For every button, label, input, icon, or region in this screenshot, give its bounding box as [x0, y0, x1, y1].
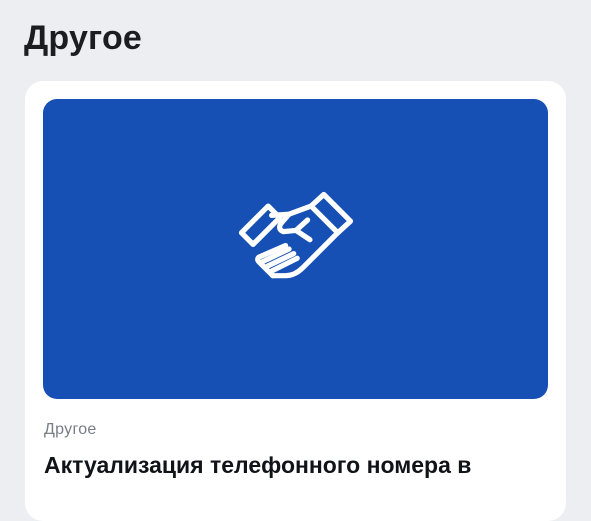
handshake-icon [238, 191, 353, 279]
card-banner [43, 99, 548, 399]
news-card[interactable]: Другое Актуализация телефонного номера в [25, 81, 566, 521]
card-title[interactable]: Актуализация телефонного номера в [44, 450, 471, 480]
card-category: Другое [44, 421, 97, 438]
section-title: Другое [24, 19, 143, 57]
